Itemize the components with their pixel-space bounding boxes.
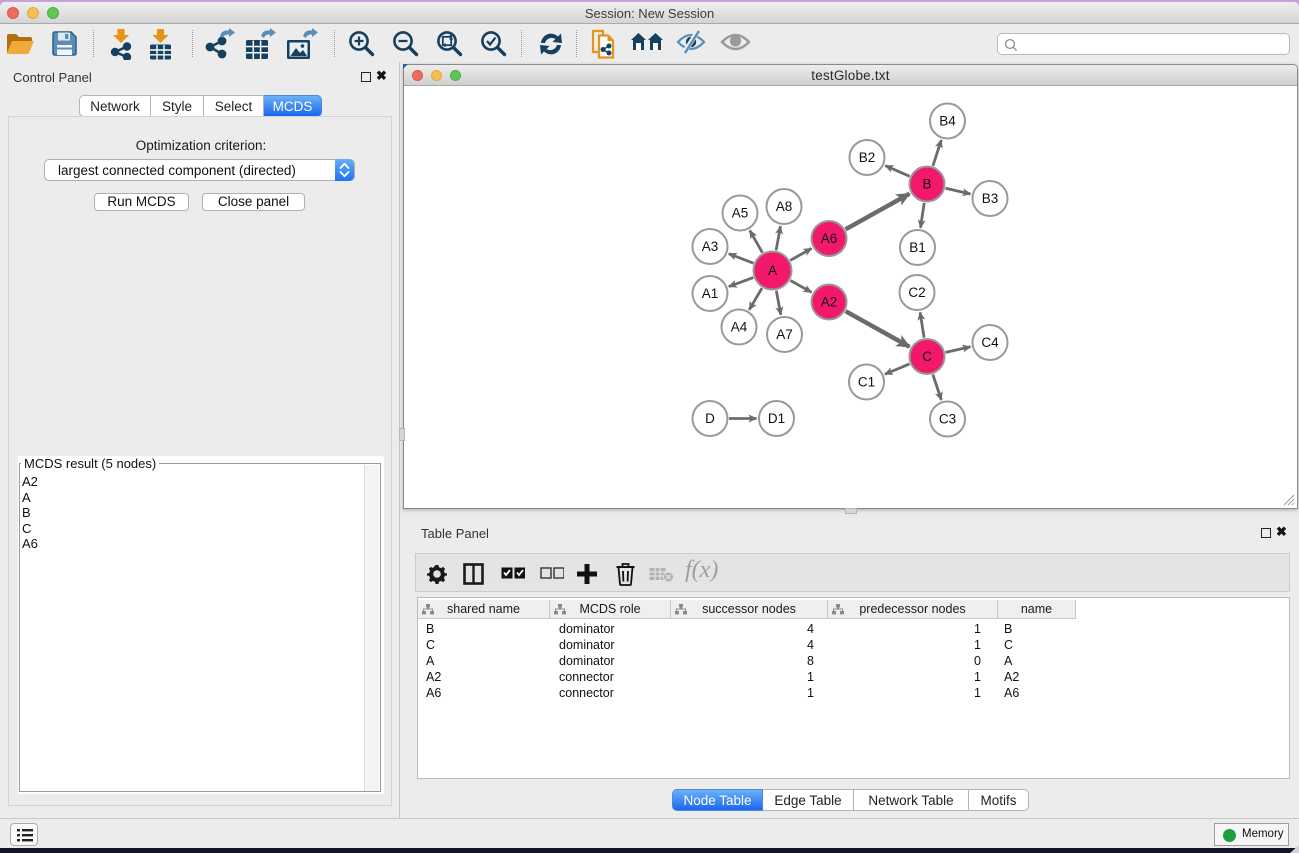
svg-text:B1: B1: [909, 240, 926, 255]
svg-text:A5: A5: [732, 206, 749, 221]
svg-text:A6: A6: [821, 231, 838, 246]
svg-text:D: D: [705, 411, 715, 426]
svg-text:C2: C2: [908, 285, 925, 300]
svg-text:B: B: [922, 177, 931, 192]
svg-text:A8: A8: [776, 199, 793, 214]
svg-text:B3: B3: [982, 191, 999, 206]
svg-text:C4: C4: [981, 335, 999, 350]
svg-text:B2: B2: [859, 150, 876, 165]
svg-text:C1: C1: [858, 375, 875, 390]
svg-text:A7: A7: [776, 327, 793, 342]
svg-text:A3: A3: [702, 239, 719, 254]
svg-text:A4: A4: [731, 320, 748, 335]
svg-text:C3: C3: [939, 412, 956, 427]
svg-text:A1: A1: [702, 286, 719, 301]
svg-text:C: C: [922, 349, 932, 364]
svg-text:A2: A2: [821, 295, 838, 310]
svg-text:B4: B4: [939, 114, 956, 129]
svg-text:A: A: [768, 263, 777, 278]
svg-text:D1: D1: [768, 411, 785, 426]
